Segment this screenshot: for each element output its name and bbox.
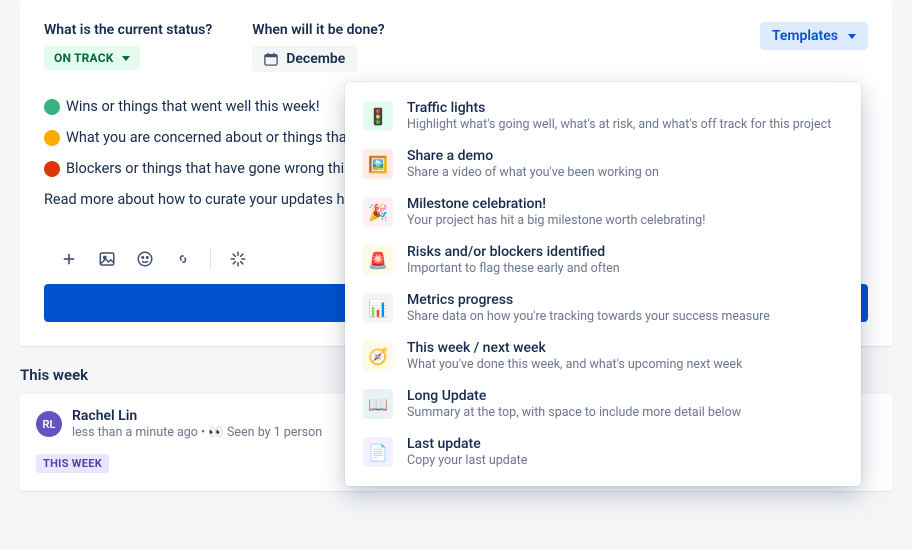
done-field: When will it be done? Decembe [252, 22, 384, 72]
template-title: This week / next week [407, 340, 843, 356]
template-option-metrics[interactable]: 📊 Metrics progress Share data on how you… [345, 284, 861, 332]
template-icon: 📊 [363, 293, 393, 323]
date-selector[interactable]: Decembe [252, 46, 357, 72]
template-desc: Your project has hit a big milestone wor… [407, 213, 843, 228]
template-title: Traffic lights [407, 100, 843, 116]
meta-suffix: Seen by 1 person [224, 425, 322, 440]
bullet-text: Wins or things that went well this week! [66, 98, 320, 115]
template-desc: Copy your last update [407, 453, 843, 468]
calendar-icon [264, 52, 278, 66]
date-value: Decembe [286, 51, 345, 67]
template-option-this-week-next-week[interactable]: 🧭 This week / next week What you've done… [345, 332, 861, 380]
template-desc: Share a video of what you've been workin… [407, 165, 843, 180]
template-desc: Summary at the top, with space to includ… [407, 405, 843, 420]
chevron-down-icon [848, 34, 856, 39]
template-option-long-update[interactable]: 📖 Long Update Summary at the top, with s… [345, 380, 861, 428]
chevron-down-icon [122, 56, 130, 61]
template-icon: 🖼️ [363, 149, 393, 179]
template-icon: 🚨 [363, 245, 393, 275]
status-selector[interactable]: ON TRACK [44, 46, 140, 70]
template-desc: Important to flag these early and often [407, 261, 843, 276]
bullet-text: Blockers or things that have gone wrong … [66, 160, 344, 177]
meta-prefix: less than a minute ago • [72, 425, 208, 440]
template-icon: 📄 [363, 437, 393, 467]
templates-button[interactable]: Templates [760, 22, 868, 50]
template-desc: Share data on how you're tracking toward… [407, 309, 843, 324]
template-option-share-demo[interactable]: 🖼️ Share a demo Share a video of what yo… [345, 140, 861, 188]
entry-meta: Rachel Lin less than a minute ago • 👀 Se… [72, 408, 322, 440]
bullet-text: What you are concerned about or things t… [66, 129, 347, 146]
template-icon: 📖 [363, 389, 393, 419]
entry-tag: THIS WEEK [36, 454, 109, 473]
template-desc: Highlight what's going well, what's at r… [407, 117, 843, 132]
status-field: What is the current status? ON TRACK [44, 22, 212, 70]
loading-icon[interactable] [227, 248, 249, 270]
status-dot-red [44, 161, 60, 177]
status-value: ON TRACK [54, 51, 114, 65]
template-title: Long Update [407, 388, 843, 404]
status-dot-amber [44, 130, 60, 146]
template-icon: 🧭 [363, 341, 393, 371]
template-title: Share a demo [407, 148, 843, 164]
templates-label: Templates [772, 28, 838, 44]
status-question: What is the current status? [44, 22, 212, 38]
add-icon[interactable] [58, 248, 80, 270]
author-name: Rachel Lin [72, 408, 322, 424]
done-question: When will it be done? [252, 22, 384, 38]
template-icon: 🎉 [363, 197, 393, 227]
template-title: Milestone celebration! [407, 196, 843, 212]
templates-dropdown: 🚦 Traffic lights Highlight what's going … [345, 82, 861, 486]
template-icon: 🚦 [363, 101, 393, 131]
template-option-traffic-lights[interactable]: 🚦 Traffic lights Highlight what's going … [345, 92, 861, 140]
status-dot-green [44, 99, 60, 115]
toolbar-separator [210, 248, 211, 270]
template-option-risks[interactable]: 🚨 Risks and/or blockers identified Impor… [345, 236, 861, 284]
template-option-last-update[interactable]: 📄 Last update Copy your last update [345, 428, 861, 476]
template-option-milestone[interactable]: 🎉 Milestone celebration! Your project ha… [345, 188, 861, 236]
avatar[interactable]: RL [36, 411, 62, 437]
emoji-icon[interactable] [134, 248, 156, 270]
template-desc: What you've done this week, and what's u… [407, 357, 843, 372]
eyes-icon: 👀 [208, 425, 224, 440]
template-title: Risks and/or blockers identified [407, 244, 843, 260]
link-icon[interactable] [172, 248, 194, 270]
image-icon[interactable] [96, 248, 118, 270]
template-title: Last update [407, 436, 843, 452]
composer-header-row: What is the current status? ON TRACK Whe… [44, 22, 868, 72]
entry-meta-line: less than a minute ago • 👀 Seen by 1 per… [72, 425, 322, 440]
template-title: Metrics progress [407, 292, 843, 308]
